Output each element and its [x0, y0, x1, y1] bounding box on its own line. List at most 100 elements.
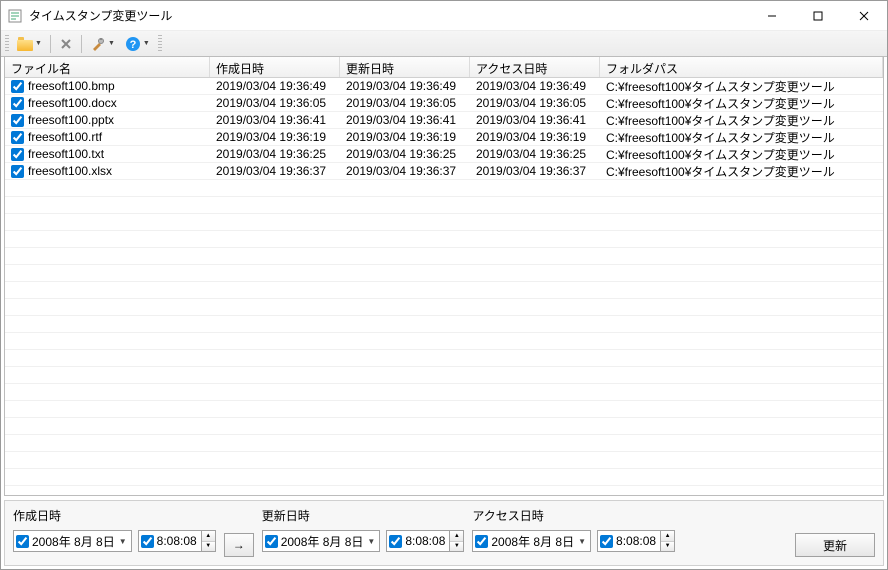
toolbar: ▼ ▼ ? ▼	[1, 31, 887, 57]
modified-time-checkbox[interactable]	[389, 535, 402, 548]
created-time-value: 8:08:08	[157, 534, 197, 548]
update-button[interactable]: 更新	[795, 533, 875, 557]
cell-modified: 2019/03/04 19:36:37	[340, 164, 470, 178]
col-header-name[interactable]: ファイル名	[5, 57, 210, 77]
table-row-empty	[5, 197, 883, 214]
table-row[interactable]: freesoft100.txt2019/03/04 19:36:252019/0…	[5, 146, 883, 163]
file-name: freesoft100.txt	[28, 147, 104, 161]
cell-accessed: 2019/03/04 19:36:41	[470, 113, 600, 127]
spin-down-icon[interactable]: ▼	[450, 542, 463, 552]
table-row[interactable]: freesoft100.rtf 2019/03/04 19:36:192019/0…	[5, 129, 883, 146]
accessed-time-field[interactable]: 8:08:08	[597, 530, 661, 552]
table-row-empty	[5, 282, 883, 299]
toolbar-grip[interactable]	[158, 35, 162, 53]
table-row[interactable]: freesoft100.xlsx2019/03/04 19:36:372019/…	[5, 163, 883, 180]
cell-path: C:¥freesoft100¥タイムスタンプ変更ツール	[600, 129, 883, 146]
apply-arrow-button[interactable]: →	[224, 533, 254, 557]
list-body[interactable]: freesoft100.bmp2019/03/04 19:36:492019/0…	[5, 78, 883, 495]
close-button[interactable]	[841, 1, 887, 31]
file-list: ファイル名 作成日時 更新日時 アクセス日時 フォルダパス freesoft10…	[4, 56, 884, 496]
accessed-date-picker[interactable]: 2008年 8月 8日 ▼	[472, 530, 591, 552]
modified-label: 更新日時	[262, 507, 465, 524]
accessed-date-checkbox[interactable]	[475, 535, 488, 548]
modified-date-picker[interactable]: 2008年 8月 8日 ▼	[262, 530, 381, 552]
row-checkbox[interactable]	[11, 97, 24, 110]
chevron-down-icon: ▼	[119, 537, 127, 546]
minimize-button[interactable]	[749, 1, 795, 31]
cell-created: 2019/03/04 19:36:25	[210, 147, 340, 161]
app-icon	[7, 8, 23, 24]
chevron-down-icon: ▼	[367, 537, 375, 546]
modified-time-spinner[interactable]: ▲▼	[450, 530, 464, 552]
table-row-empty	[5, 316, 883, 333]
folder-open-icon	[17, 37, 33, 51]
row-checkbox[interactable]	[11, 165, 24, 178]
row-checkbox[interactable]	[11, 114, 24, 127]
modified-date-checkbox[interactable]	[265, 535, 278, 548]
created-date-value: 2008年 8月 8日	[32, 533, 115, 550]
created-time-checkbox[interactable]	[141, 535, 154, 548]
table-row-empty	[5, 299, 883, 316]
col-header-path[interactable]: フォルダパス	[600, 57, 883, 77]
delete-button[interactable]	[55, 33, 77, 55]
cell-accessed: 2019/03/04 19:36:37	[470, 164, 600, 178]
row-checkbox[interactable]	[11, 148, 24, 161]
settings-button[interactable]: ▼	[86, 33, 119, 55]
row-checkbox[interactable]	[11, 131, 24, 144]
cell-modified: 2019/03/04 19:36:19	[340, 130, 470, 144]
modified-time-value: 8:08:08	[405, 534, 445, 548]
row-checkbox[interactable]	[11, 80, 24, 93]
help-icon: ?	[125, 36, 141, 52]
cell-created: 2019/03/04 19:36:49	[210, 79, 340, 93]
spin-up-icon[interactable]: ▲	[661, 531, 674, 542]
table-row[interactable]: freesoft100.docx2019/03/04 19:36:052019/…	[5, 95, 883, 112]
cell-accessed: 2019/03/04 19:36:05	[470, 96, 600, 110]
created-date-checkbox[interactable]	[16, 535, 29, 548]
col-header-created[interactable]: 作成日時	[210, 57, 340, 77]
window-controls	[749, 1, 887, 30]
list-header: ファイル名 作成日時 更新日時 アクセス日時 フォルダパス	[5, 57, 883, 78]
accessed-label: アクセス日時	[472, 507, 675, 524]
help-button[interactable]: ? ▼	[121, 33, 154, 55]
accessed-time-spinner[interactable]: ▲▼	[661, 530, 675, 552]
cell-path: C:¥freesoft100¥タイムスタンプ変更ツール	[600, 95, 883, 112]
file-name: freesoft100.pptx	[28, 113, 114, 127]
modified-time-field[interactable]: 8:08:08	[386, 530, 450, 552]
modified-group: 更新日時 2008年 8月 8日 ▼ 8:08:08 ▲▼	[262, 507, 465, 557]
svg-text:?: ?	[130, 39, 137, 51]
arrow-right-icon: →	[233, 538, 245, 552]
update-button-label: 更新	[823, 537, 847, 554]
created-date-picker[interactable]: 2008年 8月 8日 ▼	[13, 530, 132, 552]
created-time-spinner[interactable]: ▲▼	[202, 530, 216, 552]
table-row-empty	[5, 401, 883, 418]
table-row-empty	[5, 350, 883, 367]
spin-down-icon[interactable]: ▼	[202, 542, 215, 552]
spin-down-icon[interactable]: ▼	[661, 542, 674, 552]
accessed-time-checkbox[interactable]	[600, 535, 613, 548]
spin-up-icon[interactable]: ▲	[450, 531, 463, 542]
accessed-date-value: 2008年 8月 8日	[491, 533, 574, 550]
cell-accessed: 2019/03/04 19:36:19	[470, 130, 600, 144]
created-time-field[interactable]: 8:08:08	[138, 530, 202, 552]
maximize-button[interactable]	[795, 1, 841, 31]
table-row[interactable]: freesoft100.bmp2019/03/04 19:36:492019/0…	[5, 78, 883, 95]
toolbar-grip[interactable]	[5, 35, 9, 53]
chevron-down-icon: ▼	[108, 40, 115, 47]
file-name: freesoft100.rtf	[28, 130, 102, 144]
cell-created: 2019/03/04 19:36:05	[210, 96, 340, 110]
col-header-modified[interactable]: 更新日時	[340, 57, 470, 77]
cell-modified: 2019/03/04 19:36:49	[340, 79, 470, 93]
table-row[interactable]: freesoft100.pptx 2019/03/04 19:36:41 2019/…	[5, 112, 883, 129]
col-header-accessed[interactable]: アクセス日時	[470, 57, 600, 77]
bottom-panel: 作成日時 2008年 8月 8日 ▼ 8:08:08 ▲▼ → 更新日時 200…	[4, 500, 884, 566]
file-name: freesoft100.docx	[28, 96, 117, 110]
table-row-empty	[5, 265, 883, 282]
cell-created: 2019/03/04 19:36:41	[210, 113, 340, 127]
cell-created: 2019/03/04 19:36:37	[210, 164, 340, 178]
spin-up-icon[interactable]: ▲	[202, 531, 215, 542]
table-row-empty	[5, 452, 883, 469]
table-row-empty	[5, 214, 883, 231]
open-button[interactable]: ▼	[13, 33, 46, 55]
toolbar-separator	[50, 35, 51, 53]
cell-modified: 2019/03/04 19:36:05	[340, 96, 470, 110]
